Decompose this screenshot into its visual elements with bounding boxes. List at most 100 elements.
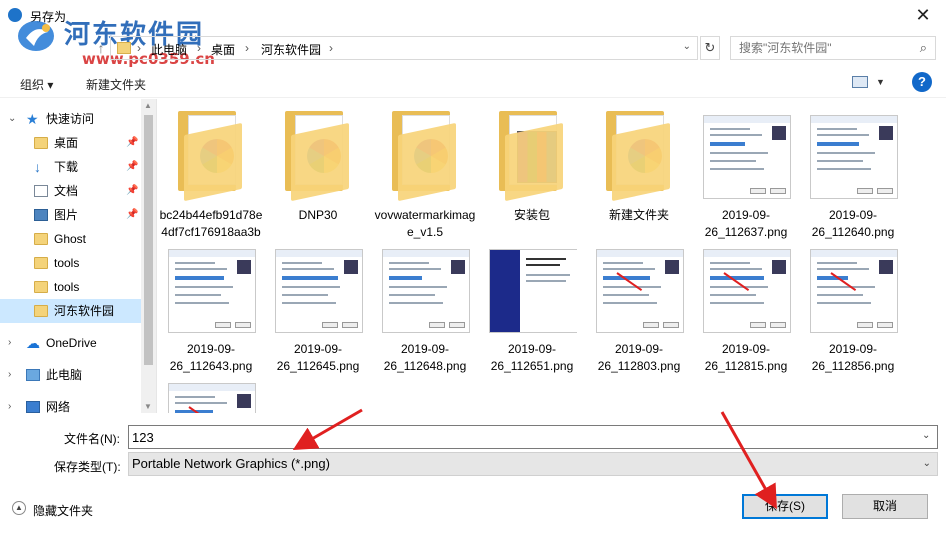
nav-label: 文档: [54, 184, 79, 198]
file-name: DNP30: [298, 208, 338, 222]
image-preview: [810, 249, 898, 333]
organize-button[interactable]: 组织 ▾: [20, 76, 53, 93]
pin-icon[interactable]: 📌: [126, 131, 138, 155]
pin-icon[interactable]: 📌: [126, 155, 138, 179]
search-icon[interactable]: ⌕: [920, 40, 927, 56]
view-options-icon[interactable]: [852, 76, 868, 88]
chevron-right-icon[interactable]: ›: [8, 395, 11, 413]
navigation-pane: ⌄ ★ 快速访问 桌面 📌 ↓ 下载 📌 文档 📌 图片 📌 Ghost too…: [0, 99, 157, 413]
refresh-button[interactable]: ↻: [700, 36, 720, 60]
image-preview: [168, 249, 256, 333]
file-item-image[interactable]: 2019-09-26_112803.png: [586, 233, 692, 373]
nav-label: 桌面: [54, 136, 79, 150]
thumbnail: [806, 115, 900, 207]
breadcrumb-folder[interactable]: 河东软件园: [261, 41, 321, 58]
scroll-up-icon[interactable]: ▲: [144, 101, 152, 110]
folder-icon: [499, 111, 567, 202]
file-item-folder[interactable]: 新建文件夹: [586, 99, 692, 225]
chevron-up-icon[interactable]: ▲: [12, 501, 26, 515]
nav-label: tools: [54, 280, 80, 294]
file-name: 2019-09-26_112651.png: [490, 342, 574, 373]
pin-icon[interactable]: 📌: [126, 179, 138, 203]
search-input[interactable]: [739, 38, 909, 58]
file-item-image[interactable]: 2019-09-26_112640.png: [800, 99, 906, 239]
thumbnail: [699, 115, 793, 207]
address-bar[interactable]: › 此电脑 › 桌面 › 河东软件园 › ⌄: [110, 36, 698, 60]
nav-item-tools[interactable]: tools: [0, 251, 141, 275]
thumbnail: [485, 249, 579, 341]
nav-label: 快速访问: [46, 112, 95, 126]
cancel-button[interactable]: 取消: [842, 494, 928, 519]
nav-item-network[interactable]: › 网络: [0, 395, 141, 413]
help-button[interactable]: ?: [912, 72, 932, 92]
folder-icon: [34, 257, 48, 269]
nav-label: OneDrive: [46, 336, 97, 350]
nav-item-ghost[interactable]: Ghost: [0, 227, 141, 251]
chevron-right-icon[interactable]: ›: [8, 363, 11, 387]
image-preview: [382, 249, 470, 333]
nav-item-hedong[interactable]: 河东软件园: [0, 299, 141, 323]
nav-label: 网络: [46, 400, 71, 413]
folder-icon: [34, 137, 48, 149]
filename-input[interactable]: [128, 425, 938, 449]
breadcrumb-separator: ›: [329, 41, 333, 55]
cloud-icon: ☁: [26, 335, 40, 351]
nav-scrollbar[interactable]: ▲ ▼: [141, 99, 156, 413]
up-arrow-icon[interactable]: ↑: [92, 38, 110, 58]
pin-icon[interactable]: 📌: [126, 203, 138, 227]
nav-item-tools-2[interactable]: tools: [0, 275, 141, 299]
chevron-down-icon[interactable]: ⌄: [923, 453, 931, 475]
file-name: 2019-09-26_112648.png: [383, 342, 467, 373]
nav-item-this-pc[interactable]: › 此电脑: [0, 363, 141, 387]
chevron-down-icon[interactable]: ⌄: [8, 107, 16, 131]
nav-label: 图片: [54, 208, 79, 222]
file-item-image[interactable]: 2019-09-26_112643.png: [158, 233, 264, 373]
scrollbar-thumb[interactable]: [144, 115, 153, 365]
file-item-image[interactable]: 2019-09-26_112815.png: [693, 233, 799, 373]
chevron-down-icon[interactable]: ⌄: [922, 430, 930, 441]
file-item-image[interactable]: 2019-09-26_112651.png: [479, 233, 585, 373]
chevron-right-icon[interactable]: ›: [8, 331, 11, 355]
chevron-down-icon[interactable]: ▼: [876, 77, 885, 87]
nav-label: 河东软件园: [54, 304, 115, 318]
file-item-folder[interactable]: 安装包: [479, 99, 585, 225]
nav-label: tools: [54, 256, 80, 270]
breadcrumb-desktop[interactable]: 桌面: [211, 41, 235, 58]
file-item-image[interactable]: 2019-09-26_112648.png: [372, 233, 478, 373]
scroll-down-icon[interactable]: ▼: [144, 402, 152, 411]
file-item-folder[interactable]: vovwatermarkimage_v1.5: [372, 99, 478, 239]
search-box[interactable]: ⌕: [730, 36, 936, 60]
file-item-image[interactable]: [158, 367, 264, 413]
document-icon: [34, 185, 48, 197]
file-name: 2019-09-26_112856.png: [811, 342, 895, 373]
nav-item-downloads[interactable]: ↓ 下载 📌: [0, 155, 141, 179]
thumbnail: [164, 383, 258, 413]
image-preview: [703, 249, 791, 333]
nav-item-pictures[interactable]: 图片 📌: [0, 203, 141, 227]
thumbnail: [271, 249, 365, 341]
file-item-folder[interactable]: bc24b44efb91d78e4df7cf176918aa3b: [158, 99, 264, 239]
thumbnail: [271, 107, 365, 202]
image-preview: [596, 249, 684, 333]
thumbnail: [378, 249, 472, 341]
nav-item-onedrive[interactable]: › ☁ OneDrive: [0, 331, 141, 355]
new-folder-button[interactable]: 新建文件夹: [86, 76, 146, 93]
network-icon: [26, 401, 40, 413]
breadcrumb-this-pc[interactable]: 此电脑: [151, 41, 187, 58]
filetype-value: Portable Network Graphics (*.png): [132, 456, 330, 471]
filetype-select[interactable]: Portable Network Graphics (*.png) ⌄: [128, 452, 938, 476]
nav-item-desktop[interactable]: 桌面 📌: [0, 131, 141, 155]
file-item-image[interactable]: 2019-09-26_112645.png: [265, 233, 371, 373]
file-item-image[interactable]: 2019-09-26_112637.png: [693, 99, 799, 239]
nav-quick-access[interactable]: ⌄ ★ 快速访问: [0, 107, 141, 131]
filename-label: 文件名(N):: [64, 432, 120, 446]
file-item-image[interactable]: 2019-09-26_112856.png: [800, 233, 906, 373]
file-name: 安装包: [513, 208, 550, 222]
folder-icon: [178, 111, 246, 202]
close-button[interactable]: ✕: [900, 0, 946, 30]
save-button[interactable]: 保存(S): [742, 494, 828, 519]
nav-item-documents[interactable]: 文档 📌: [0, 179, 141, 203]
file-name: 2019-09-26_112815.png: [704, 342, 788, 373]
chevron-down-icon[interactable]: ⌄: [683, 41, 691, 52]
file-item-folder[interactable]: DNP30: [265, 99, 371, 225]
